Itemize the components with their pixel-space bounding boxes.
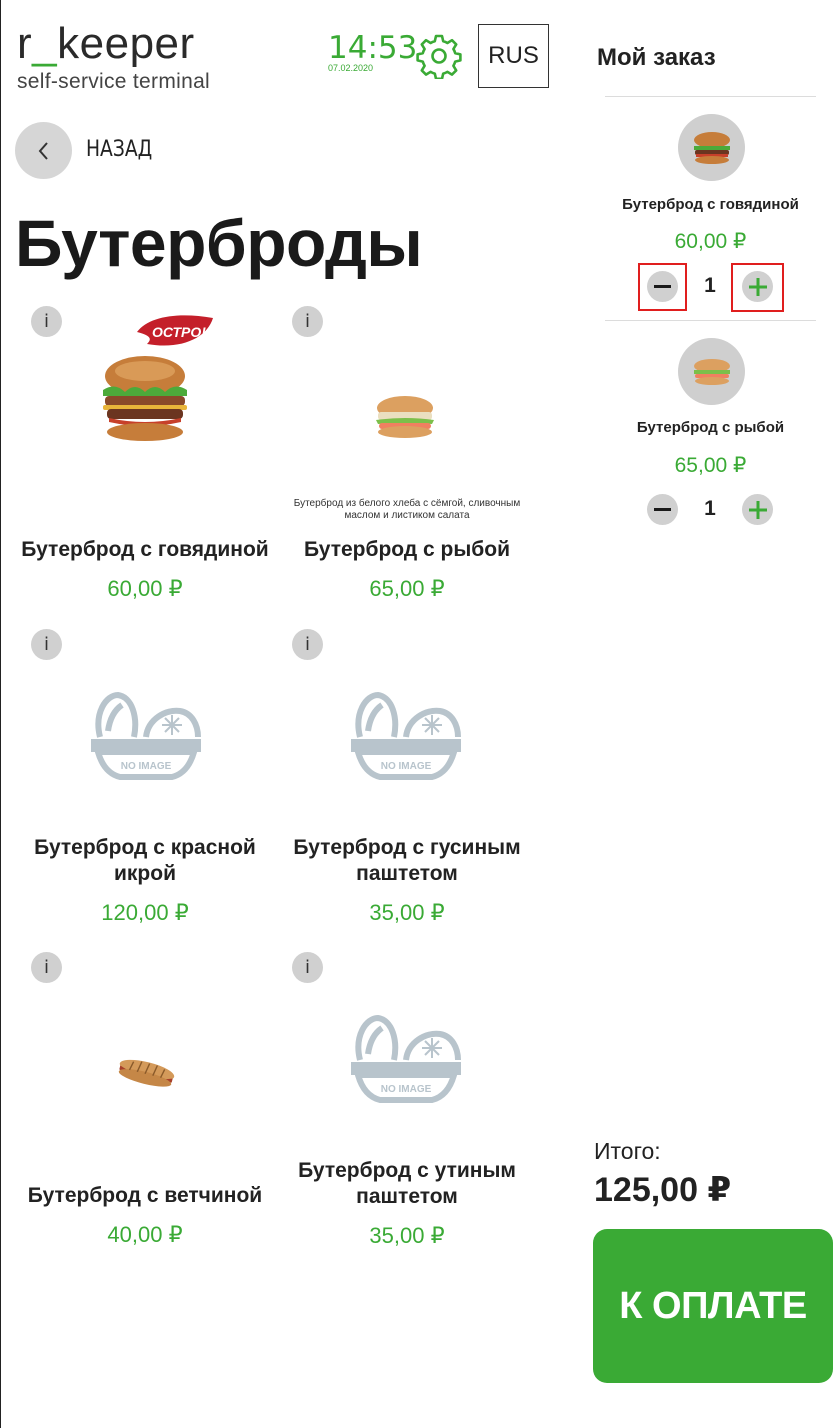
gear-icon[interactable]	[416, 33, 462, 81]
order-title: Мой заказ	[597, 44, 716, 71]
info-button[interactable]: i	[292, 306, 323, 337]
page-title: Бутерброды	[15, 206, 423, 280]
product-card[interactable]: i NO IMAGE Бутерброд с гусиным паштетом …	[277, 629, 537, 929]
order-item-name: Бутерброд с говядиной	[622, 196, 799, 213]
svg-text:ОСТРО!: ОСТРО!	[152, 324, 206, 340]
product-description: Бутерброд из белого хлеба с сёмгой, слив…	[293, 498, 521, 521]
total-label: Итого:	[594, 1138, 661, 1164]
minus-icon	[654, 508, 671, 511]
product-name: Бутерброд с говядиной	[21, 538, 269, 561]
order-item-thumbnail	[678, 338, 745, 405]
svg-text:NO IMAGE: NO IMAGE	[121, 761, 172, 772]
product-name: Бутерброд с утиным паштетом	[298, 1159, 516, 1208]
decrease-button[interactable]	[647, 494, 678, 525]
order-divider	[605, 96, 816, 97]
order-divider	[605, 320, 816, 321]
svg-text:NO IMAGE: NO IMAGE	[381, 761, 432, 772]
svg-text:NO IMAGE: NO IMAGE	[381, 1084, 432, 1095]
plus-icon	[748, 277, 767, 296]
info-button[interactable]: i	[292, 952, 323, 983]
language-button[interactable]: RUS	[478, 24, 549, 88]
chevron-left-icon	[38, 141, 48, 160]
order-item-price: 60,00 ₽	[674, 230, 747, 253]
product-card[interactable]: i NO IMAGE Бутерброд с красной икрой 120…	[15, 629, 275, 929]
product-card[interactable]: i Бутерброд с ветчиной 40,00 ₽	[15, 952, 275, 1252]
product-price: 65,00 ₽	[369, 576, 445, 601]
info-button[interactable]: i	[31, 629, 62, 660]
quantity-value: 1	[704, 274, 716, 297]
order-item-price: 65,00 ₽	[674, 454, 747, 477]
no-image-icon: NO IMAGE	[351, 692, 461, 780]
product-price: 40,00 ₽	[107, 1222, 183, 1247]
product-name: Бутерброд с гусиным паштетом	[293, 836, 521, 885]
info-button[interactable]: i	[292, 629, 323, 660]
product-name: Бутерброд с ветчиной	[27, 1184, 263, 1207]
total-value: 125,00 ₽	[594, 1171, 732, 1209]
product-card[interactable]: i Бутерброд из белого хлеба с сёмгой, сл…	[277, 306, 537, 606]
product-name: Бутерброд с рыбой	[303, 538, 511, 561]
logo-subtitle: self-service terminal	[17, 70, 211, 93]
product-price: 35,00 ₽	[369, 1223, 445, 1248]
increase-button[interactable]	[742, 271, 773, 302]
clock: 14:53 07.02.2020	[328, 32, 417, 73]
quantity-value: 1	[704, 497, 716, 520]
no-image-icon: NO IMAGE	[351, 1015, 461, 1103]
order-item-thumbnail	[678, 114, 745, 181]
logo: r_keeper self-service terminal	[17, 22, 210, 94]
back-button[interactable]	[15, 122, 72, 179]
minus-icon	[654, 285, 671, 288]
plus-icon	[748, 500, 767, 519]
increase-button[interactable]	[742, 494, 773, 525]
info-button[interactable]: i	[31, 952, 62, 983]
no-image-icon: NO IMAGE	[91, 692, 201, 780]
logo-wordmark: r_keeper	[17, 19, 195, 68]
info-button[interactable]: i	[31, 306, 62, 337]
panini-image	[118, 1059, 175, 1087]
back-label[interactable]: НАЗАД	[86, 137, 152, 162]
product-price: 60,00 ₽	[107, 576, 183, 601]
spicy-badge: ОСТРО!	[137, 315, 213, 346]
clock-time: 14:53	[328, 30, 418, 66]
burger-image	[103, 356, 187, 441]
decrease-button[interactable]	[647, 271, 678, 302]
fish-sandwich-image	[376, 396, 434, 438]
order-item-name: Бутерброд с рыбой	[636, 419, 785, 436]
product-card[interactable]: i ОСТРО! Бутерброд с говядиной 60,00 ₽	[15, 306, 275, 606]
product-card[interactable]: i NO IMAGE Бутерброд с утиным паштетом 3…	[277, 952, 537, 1252]
product-price: 35,00 ₽	[369, 900, 445, 925]
product-name: Бутерброд с красной икрой	[34, 836, 256, 885]
product-price: 120,00 ₽	[101, 900, 189, 925]
pay-button[interactable]: К ОПЛАТЕ	[593, 1229, 833, 1383]
